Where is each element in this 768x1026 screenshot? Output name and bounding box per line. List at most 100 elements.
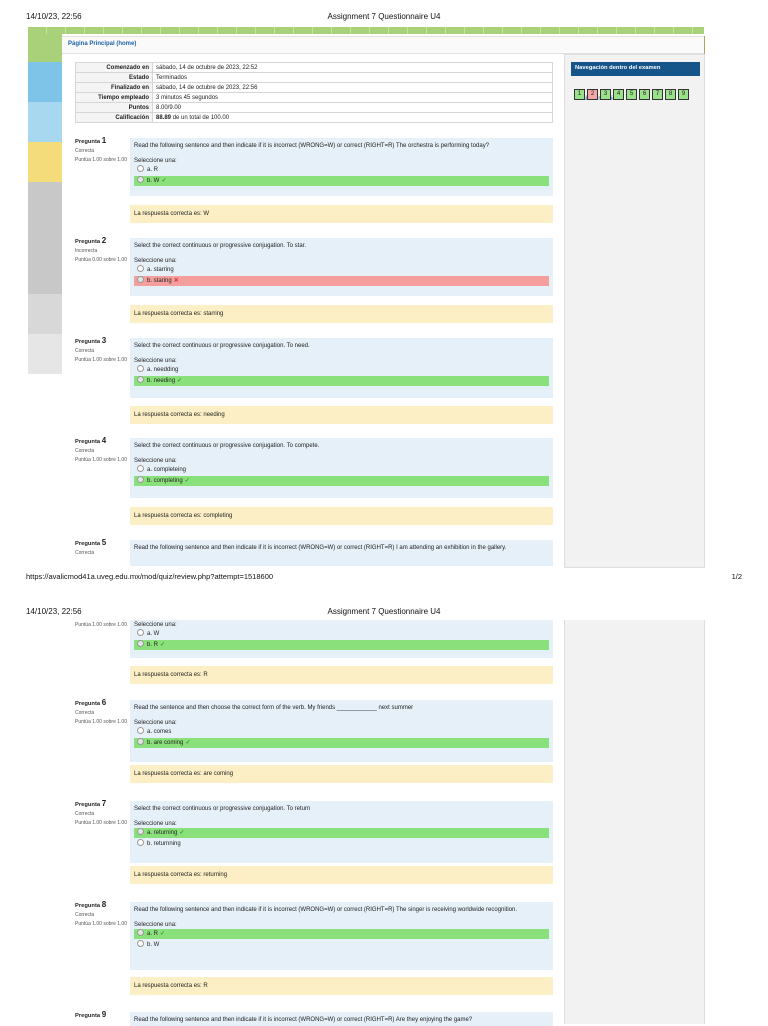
radio-button[interactable] bbox=[137, 839, 144, 847]
answer-option-label: b. are coming bbox=[147, 740, 184, 746]
question-status: Correcta bbox=[75, 811, 95, 817]
question-number-label: Pregunta bbox=[75, 439, 102, 445]
answer-option-label: b. R bbox=[147, 642, 159, 648]
answer-option[interactable]: a. starring bbox=[134, 265, 549, 275]
answer-option[interactable]: b. staring ✕ bbox=[134, 276, 549, 286]
correct-answer-feedback: La respuesta correcta es: needing bbox=[130, 406, 553, 424]
question-info: Pregunta 4 Correcta Puntúa 1.00 sobre 1.00 bbox=[75, 436, 127, 466]
question-number-label: Pregunta bbox=[75, 541, 102, 547]
quiz-nav-button-8[interactable]: 8 bbox=[665, 89, 676, 100]
answer-option[interactable]: b. completing ✓ bbox=[134, 476, 549, 486]
summary-value: Terminados bbox=[152, 72, 553, 83]
quiz-nav-button-6[interactable]: 6 bbox=[639, 89, 650, 100]
quiz-nav-button-7[interactable]: 7 bbox=[652, 89, 663, 100]
quiz-nav-button-3[interactable]: 3 bbox=[600, 89, 611, 100]
radio-button[interactable] bbox=[137, 476, 144, 484]
question-info: Pregunta 3 Correcta Puntúa 1.00 sobre 1.00 bbox=[75, 337, 127, 366]
radio-button[interactable] bbox=[137, 828, 144, 836]
question-points: Puntúa 1.00 sobre 1.00 bbox=[75, 357, 127, 363]
question-number-value: 5 bbox=[101, 538, 107, 547]
question-text: Read the following sentence and then ind… bbox=[134, 545, 507, 551]
question-text: Read the sentence and then choose the co… bbox=[134, 705, 414, 711]
question-number-label: Pregunta bbox=[75, 802, 102, 808]
question-number: Pregunta 7 bbox=[75, 799, 127, 809]
question-number-label: Pregunta bbox=[75, 239, 102, 245]
radio-button[interactable] bbox=[137, 738, 144, 746]
summary-value: 8.00/9.00 bbox=[152, 102, 553, 113]
question-points: Puntúa 1.00 sobre 1.00 bbox=[75, 457, 127, 463]
radio-button[interactable] bbox=[137, 265, 144, 273]
answer-option[interactable]: a. needding bbox=[134, 365, 549, 375]
quiz-nav-button-5[interactable]: 5 bbox=[626, 89, 637, 100]
question-content: Read the following sentence and then ind… bbox=[130, 902, 553, 970]
select-one-label: Seleccione una: bbox=[134, 922, 177, 928]
question-info: Pregunta 7 Correcta Puntúa 1.00 sobre 1.00 bbox=[75, 799, 127, 829]
correct-answer-feedback: La respuesta correcta es: completing bbox=[130, 507, 553, 525]
radio-button[interactable] bbox=[137, 165, 144, 173]
breadcrumb-bar: Página Principal (home) bbox=[62, 36, 704, 54]
radio-button[interactable] bbox=[137, 640, 144, 648]
correct-answer-feedback: La respuesta correcta es: R bbox=[130, 977, 553, 995]
attempt-summary-table: Comenzado en sábado, 14 de octubre de 202… bbox=[75, 62, 553, 123]
question-text: Select the correct continuous or progres… bbox=[134, 806, 311, 812]
answer-option[interactable]: a. R bbox=[134, 165, 549, 175]
answer-option[interactable]: b. are coming ✓ bbox=[134, 738, 549, 748]
question-number-label: Pregunta bbox=[75, 139, 102, 145]
question-number: Pregunta 4 bbox=[75, 436, 127, 446]
answer-option[interactable]: b. W bbox=[134, 940, 549, 950]
quiz-nav-button-9[interactable]: 9 bbox=[678, 89, 689, 100]
answer-option[interactable]: b. W ✓ bbox=[134, 176, 549, 186]
question-points: Puntúa 1.00 sobre 1.00 bbox=[75, 719, 127, 725]
answer-option[interactable]: a. returning ✓ bbox=[134, 828, 549, 838]
radio-button[interactable] bbox=[137, 365, 144, 373]
left-color-strip bbox=[28, 34, 62, 374]
radio-button[interactable] bbox=[137, 940, 144, 948]
answer-option[interactable]: b. returnning bbox=[134, 839, 549, 849]
question-text: Select the correct continuous or progres… bbox=[134, 343, 310, 349]
question-points: Puntúa 1.00 sobre 1.00 bbox=[75, 921, 127, 927]
question-number-label: Pregunta bbox=[75, 701, 102, 707]
question-points: Puntúa 1.00 sobre 1.00 bbox=[75, 820, 127, 826]
summary-key: Comenzado en bbox=[75, 62, 153, 73]
radio-button[interactable] bbox=[137, 276, 144, 284]
answer-option[interactable]: b. R ✓ bbox=[134, 640, 549, 650]
answer-option[interactable]: a. R ✓ bbox=[134, 929, 549, 939]
question-number-value: 4 bbox=[101, 436, 107, 445]
question-info: Pregunta 9 bbox=[75, 1011, 127, 1022]
check-icon: ✓ bbox=[177, 378, 183, 384]
select-one-label: Seleccione una: bbox=[134, 358, 177, 364]
answer-option-label: b. returnning bbox=[147, 841, 181, 847]
question-content: Select the correct continuous or progres… bbox=[130, 238, 553, 296]
answer-option[interactable]: a. W bbox=[134, 629, 549, 639]
answer-option[interactable]: b. needing ✓ bbox=[134, 376, 549, 386]
answer-option[interactable]: a. comes bbox=[134, 727, 549, 737]
select-one-label: Seleccione una: bbox=[134, 458, 177, 464]
radio-button[interactable] bbox=[137, 176, 144, 184]
question-content: Select the correct continuous or progres… bbox=[130, 338, 553, 398]
correct-answer-feedback: La respuesta correcta es: R bbox=[130, 666, 553, 684]
quiz-nav-button-2[interactable]: 2 bbox=[587, 89, 598, 100]
radio-button[interactable] bbox=[137, 929, 144, 937]
answer-option-label: a. W bbox=[147, 631, 160, 637]
radio-button[interactable] bbox=[137, 727, 144, 735]
radio-button[interactable] bbox=[137, 465, 144, 473]
quiz-nav-button-4[interactable]: 4 bbox=[613, 89, 624, 100]
question-content: Read the sentence and then choose the co… bbox=[130, 700, 553, 762]
select-one-label: Seleccione una: bbox=[134, 622, 177, 628]
quiz-nav-button-1[interactable]: 1 bbox=[574, 89, 585, 100]
question-status: Correcta bbox=[75, 912, 95, 918]
summary-value: sábado, 14 de octubre de 2023, 22:56 bbox=[152, 82, 553, 93]
quiz-navigation-panel-continued bbox=[564, 620, 705, 1024]
question-status: Correcta bbox=[75, 550, 95, 556]
answer-option[interactable]: a. completeing bbox=[134, 465, 549, 475]
answer-option-label: b. W bbox=[147, 178, 160, 184]
breadcrumb-home-link[interactable]: Página Principal (home) bbox=[68, 41, 136, 47]
radio-button[interactable] bbox=[137, 629, 144, 637]
check-icon: ✓ bbox=[160, 642, 166, 648]
question-status: Correcta bbox=[75, 710, 95, 716]
question-number-value: 7 bbox=[101, 799, 107, 808]
summary-value: sábado, 14 de octubre de 2023, 22:52 bbox=[152, 62, 553, 73]
print-header-1: 14/10/23, 22:56 Assignment 7 Questionnai… bbox=[0, 12, 768, 26]
radio-button[interactable] bbox=[137, 376, 144, 384]
question-info: Pregunta 8 Correcta Puntúa 1.00 sobre 1.00 bbox=[75, 901, 127, 930]
